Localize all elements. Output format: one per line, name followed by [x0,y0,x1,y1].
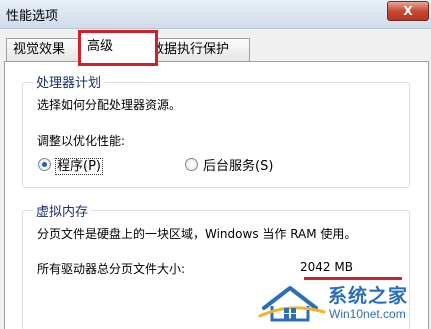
window-title: 性能选项 [6,9,59,24]
watermark-title: 系统之家 [328,285,409,307]
total-paging-file-value: 2042 MB [300,260,353,274]
tab-advanced[interactable]: 高级 [78,30,158,66]
programs-radio-text: 程序(P) [55,158,103,175]
tab-strip: 视觉效果 高级 数据执行保护 [0,28,431,66]
virtual-memory-legend: 虚拟内存 [33,201,92,220]
programs-radio-label[interactable]: 程序(P) [55,155,103,175]
highlight-underline [304,277,402,280]
background-services-radio[interactable] [185,158,198,171]
programs-radio[interactable] [38,158,51,171]
total-paging-file-label: 所有驱动器总分页文件大小: [37,262,186,276]
background-services-radio-label[interactable]: 后台服务(S) [203,155,273,174]
watermark-house-logo-icon [258,286,326,322]
processor-scheduling-description: 选择如何分配处理器资源。 [37,98,182,112]
watermark-url: Win10net.com [329,307,406,321]
title-bar[interactable]: 性能选项 X [0,0,431,29]
tab-visual-effects[interactable]: 视觉效果 [6,38,86,61]
processor-scheduling-legend: 处理器计划 [33,72,105,91]
close-button[interactable]: X [387,1,429,21]
tab-data-execution-prevention[interactable]: 数据执行保护 [144,38,250,61]
performance-options-window: 性能选项 X 视觉效果 高级 数据执行保护 处理器计划 选择如何分配处理器资源。… [0,0,431,329]
optimize-performance-prompt: 调整以优化性能: [37,134,126,148]
paging-file-description: 分页文件是硬盘上的一块区域，Windows 当作 RAM 使用。 [37,227,357,241]
